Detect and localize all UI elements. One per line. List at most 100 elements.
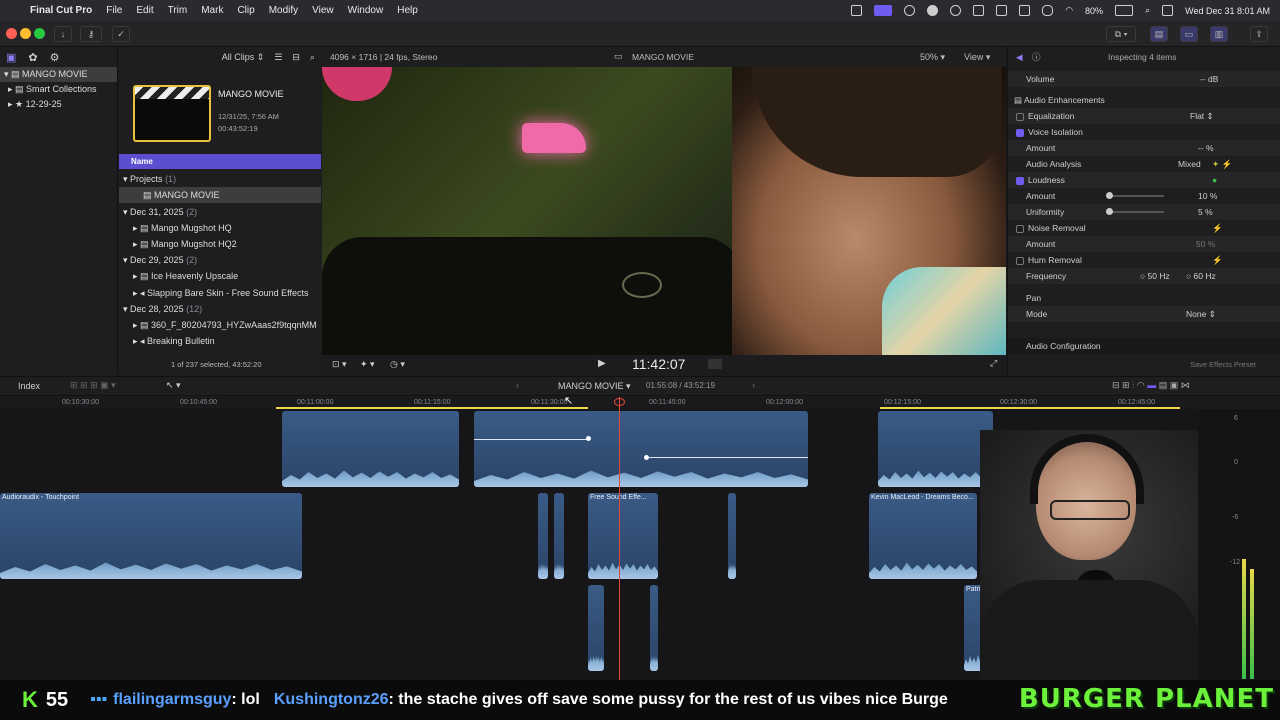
layout-timeline-icon[interactable]: ▭ [1180,26,1198,42]
noise-amount-value[interactable]: 50 % [1196,236,1215,252]
uniformity-value[interactable]: 5 % [1198,204,1213,220]
volume-icon[interactable] [973,5,985,16]
sfx-clip[interactable] [538,493,548,579]
audio-clip[interactable] [282,411,459,487]
menu-help[interactable]: Help [397,5,418,16]
equalization-checkbox[interactable]: Equalization [1016,108,1074,124]
list-item[interactable]: ▸ ▤ Mango Mugshot HQ2 [119,236,321,252]
wifi-icon[interactable]: ◠ [1065,5,1073,16]
audio-config-label[interactable]: Audio Configuration [1026,338,1101,354]
slider-knob[interactable] [1106,192,1113,199]
app-name[interactable]: Final Cut Pro [30,5,92,16]
uniformity-slider[interactable] [1106,208,1164,215]
noise-removal-checkbox[interactable]: Noise Removal [1016,220,1086,236]
timeline-tools-right[interactable]: ⊟ ⊞ ⫶ ◠ ▬ ▤ ▣ ⋈ [1112,380,1190,391]
speed-icon[interactable]: ◷ ▾ [390,359,405,370]
nav-forward-icon[interactable]: › [752,380,755,390]
workspace-icon[interactable]: ⧉ ▾ [1106,26,1136,42]
display-icon[interactable] [851,5,863,16]
layout-browser-icon[interactable]: ▤ [1150,26,1168,42]
video-frame[interactable] [322,67,1006,355]
timeline-ruler[interactable]: 00:10:30:00 00:10:45:00 00:11:00:00 00:1… [0,397,1280,409]
freq-60-radio[interactable]: ○ 60 Hz [1186,268,1216,284]
transform-icon[interactable]: ⊡ ▾ [332,359,347,370]
playhead-handle[interactable] [614,398,625,406]
loudness-amount-value[interactable]: 10 % [1198,188,1217,204]
record-icon[interactable] [927,5,939,16]
timecode-display[interactable]: 11:42:07 [632,356,685,372]
share-icon[interactable]: ⇪ [1250,26,1268,42]
menu-clip[interactable]: Clip [237,5,254,16]
clip-filter[interactable]: All Clips ⇕ [222,52,265,63]
audio-clip[interactable] [474,411,808,487]
enhance-icon[interactable]: ✦ ▾ [360,359,375,370]
fullscreen-icon[interactable]: ⤢ [990,358,997,369]
slider-knob[interactable] [1106,208,1113,215]
name-column-header[interactable]: Name [119,154,321,169]
key-icon[interactable]: ⚷ [80,26,102,42]
loudness-amount-slider[interactable] [1106,192,1164,199]
control-center-icon[interactable] [1162,5,1174,16]
list-item[interactable]: ▾ Dec 28, 2025 (12) [119,301,321,317]
play-button[interactable]: ▶ [598,358,606,369]
list-item[interactable]: ▸ ▤ Ice Heavenly Upscale [119,268,321,284]
menu-edit[interactable]: Edit [136,5,153,16]
timeline-project-name[interactable]: MANGO MOVIE ▾ [558,381,631,392]
sfx-clip[interactable] [728,493,736,579]
audio-clip[interactable] [878,411,993,487]
list-item[interactable]: ▤ MANGO MOVIE [119,187,321,203]
voice-isolation-checkbox[interactable]: Voice Isolation [1016,124,1083,140]
loudness-checkbox[interactable]: Loudness [1016,172,1065,188]
list-item[interactable]: ▾ Projects (1) [119,171,321,187]
voice-amount-value[interactable]: -- % [1198,140,1214,156]
library-item-mango-movie[interactable]: ▾ ▤ MANGO MOVIE [0,67,117,82]
select-tool-icon[interactable]: ↖ ▾ [166,380,181,391]
menu-mark[interactable]: Mark [201,5,223,16]
libraries-icon[interactable]: ▣ [6,51,16,64]
menu-modify[interactable]: Modify [269,5,298,16]
menu-trim[interactable]: Trim [168,5,188,16]
nav-back-icon[interactable]: ‹ [516,380,519,390]
audio-inspector-icon[interactable]: ◀ [1016,49,1023,65]
minimize-button[interactable] [20,28,31,39]
settings-icon[interactable]: ⊟ [292,52,300,63]
list-item[interactable]: ▸ ◂ Slapping Bare Skin - Free Sound Effe… [119,285,321,301]
menu-file[interactable]: File [106,5,122,16]
list-item[interactable]: ▸ ▤ 360_F_80204793_HYZwAaas2f9tqqnMM [119,317,321,333]
battery-icon[interactable] [1115,5,1134,16]
keyframe[interactable] [586,436,591,441]
mode-select[interactable]: None ⇕ [1186,306,1216,322]
titles-icon[interactable]: ⚙ [50,51,60,64]
edit-tools-icon[interactable]: ⊞ ⊞ ⊞ ▣ ▾ [70,380,116,391]
list-item[interactable]: ▾ Dec 31, 2025 (2) [119,204,321,220]
close-button[interactable] [6,28,17,39]
zoom-select[interactable]: 50% ▾ [920,52,945,63]
bluetooth-icon[interactable] [1042,5,1054,16]
library-item-smart-collections[interactable]: ▸ ▤ Smart Collections [0,82,117,97]
playhead[interactable] [619,397,620,680]
project-thumbnail[interactable] [133,85,211,142]
equalization-select[interactable]: Flat ⇕ [1190,108,1214,124]
sfx-clip[interactable] [650,585,658,671]
list-item[interactable]: ▸ ◂ Breaking Bulletin [119,333,321,349]
menu-window[interactable]: Window [348,5,384,16]
volume-value[interactable]: -- dB [1200,71,1218,87]
library-item-event[interactable]: ▸ ★ 12-29-25 [0,97,117,112]
view-select[interactable]: View ▾ [964,52,990,63]
screen-icon[interactable] [996,5,1008,16]
list-item[interactable]: ▸ ▤ Mango Mugshot HQ [119,220,321,236]
screen-record-icon[interactable] [874,5,893,16]
sfx-clip[interactable] [588,585,604,671]
datetime[interactable]: Wed Dec 31 8:01 AM [1185,6,1270,16]
search-icon[interactable]: ⌕ [1145,5,1150,16]
search-icon[interactable]: ⌕ [310,52,315,63]
sfx-clip[interactable]: Free Sound Effe... [588,493,658,579]
layout-inspector-icon[interactable]: ▥ [1210,26,1228,42]
save-effects-preset-button[interactable]: Save Effects Preset [1190,357,1256,373]
freq-50-radio[interactable]: ○ 50 Hz [1140,268,1170,284]
music-clip[interactable]: Kevin MacLeod - Dreams Beco... [869,493,977,579]
check-icon[interactable]: ✓ [112,26,130,42]
play-icon[interactable] [950,5,962,16]
list-item[interactable]: ▾ Dec 29, 2025 (2) [119,252,321,268]
sfx-clip[interactable] [554,493,564,579]
